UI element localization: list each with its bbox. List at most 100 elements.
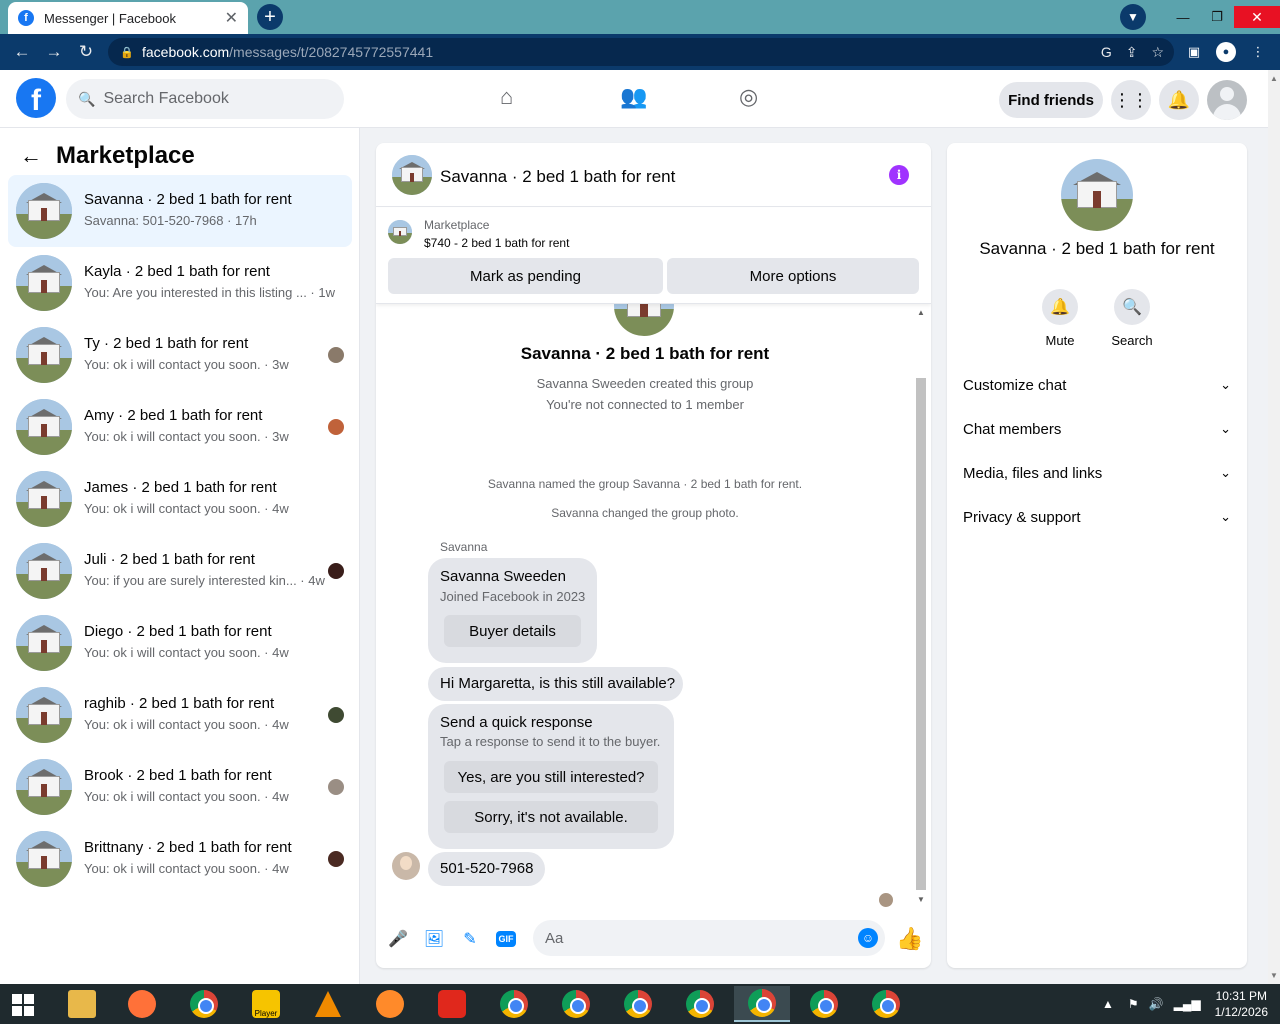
quick-response-yes-button[interactable]: Yes, are you still interested? bbox=[444, 761, 658, 793]
conversation-item[interactable]: Ty · 2 bed 1 bath for rent You: ok i wil… bbox=[8, 319, 352, 391]
more-options-button[interactable]: More options bbox=[667, 258, 919, 294]
tab-search-button[interactable]: ▼ bbox=[1120, 4, 1146, 30]
chrome-taskbar-icon[interactable] bbox=[548, 986, 604, 1022]
chrome-taskbar-icon[interactable] bbox=[858, 986, 914, 1022]
google-icon[interactable]: G bbox=[1101, 44, 1112, 61]
message-input[interactable]: Aa bbox=[533, 920, 885, 956]
conversation-item[interactable]: Savanna · 2 bed 1 bath for rent Savanna:… bbox=[8, 175, 352, 247]
back-arrow-icon[interactable]: ← bbox=[20, 143, 42, 169]
home-icon[interactable]: ⌂ bbox=[500, 84, 513, 110]
mark-as-pending-button[interactable]: Mark as pending bbox=[388, 258, 663, 294]
message-bubble: 501-520-7968 bbox=[428, 852, 545, 886]
chrome-taskbar-icon[interactable] bbox=[176, 986, 232, 1022]
chrome-taskbar-icon[interactable] bbox=[610, 986, 666, 1022]
conversation-item[interactable]: Brittnany · 2 bed 1 bath for rent You: o… bbox=[8, 823, 352, 895]
menu-grid-icon[interactable]: ⋮⋮ bbox=[1111, 80, 1151, 120]
new-tab-button[interactable]: + bbox=[257, 4, 283, 30]
wifi-signal-icon[interactable]: ▂▄▆ bbox=[1174, 997, 1201, 1011]
wps-office-icon[interactable] bbox=[424, 986, 480, 1022]
volume-icon[interactable]: 🔊 bbox=[1149, 997, 1164, 1011]
restore-button[interactable]: ❐ bbox=[1200, 6, 1234, 28]
conversation-snippet: You: ok i will contact you soon. · 4w bbox=[84, 789, 289, 804]
forward-icon[interactable]: → bbox=[38, 42, 70, 62]
conversation-sidebar: ← Marketplace Savanna · 2 bed 1 bath for… bbox=[0, 128, 360, 984]
chat-members-row[interactable]: Chat members ⌄ bbox=[963, 414, 1231, 444]
chevron-down-icon: ⌄ bbox=[1220, 509, 1231, 524]
chat-avatar[interactable] bbox=[392, 155, 432, 195]
conversation-item[interactable]: raghib · 2 bed 1 bath for rent You: ok i… bbox=[8, 679, 352, 751]
quick-response-no-button[interactable]: Sorry, it's not available. bbox=[444, 801, 658, 833]
tray-overflow-icon[interactable]: ▲ bbox=[1102, 997, 1114, 1011]
buyer-details-button[interactable]: Buyer details bbox=[444, 615, 581, 647]
clock[interactable]: 10:31 PM 1/12/2026 bbox=[1215, 988, 1268, 1020]
account-avatar[interactable] bbox=[1207, 80, 1247, 120]
side-panel-icon[interactable]: ▣ bbox=[1184, 42, 1204, 62]
mute-button[interactable]: 🔔 Mute bbox=[1030, 289, 1090, 348]
sender-avatar[interactable] bbox=[392, 852, 420, 880]
browser-tab[interactable]: f Messenger | Facebook ✕ bbox=[8, 2, 248, 34]
friends-icon[interactable]: 👥 bbox=[620, 84, 647, 110]
conversation-item[interactable]: Amy · 2 bed 1 bath for rent You: ok i wi… bbox=[8, 391, 352, 463]
vlc-icon[interactable] bbox=[300, 986, 356, 1022]
seen-avatar bbox=[328, 851, 344, 867]
close-window-button[interactable]: ✕ bbox=[1234, 6, 1280, 28]
media-files-links-row[interactable]: Media, files and links ⌄ bbox=[963, 458, 1231, 488]
privacy-support-row[interactable]: Privacy & support ⌄ bbox=[963, 502, 1231, 532]
minimize-button[interactable]: — bbox=[1166, 6, 1200, 28]
find-friends-button[interactable]: Find friends bbox=[999, 82, 1103, 118]
microphone-icon[interactable]: 🎤 bbox=[387, 928, 409, 950]
chrome-taskbar-icon-active[interactable] bbox=[734, 986, 790, 1022]
facebook-logo-icon[interactable]: f bbox=[16, 78, 56, 118]
media-player-icon[interactable]: Player bbox=[238, 986, 294, 1022]
firefox-icon[interactable] bbox=[114, 986, 170, 1022]
thumbs-up-icon[interactable]: 👍 bbox=[896, 926, 923, 952]
file-explorer-icon[interactable] bbox=[54, 986, 110, 1022]
conversation-item[interactable]: Kayla · 2 bed 1 bath for rent You: Are y… bbox=[8, 247, 352, 319]
conversation-item[interactable]: James · 2 bed 1 bath for rent You: ok i … bbox=[8, 463, 352, 535]
quick-response-bubble: Send a quick response Tap a response to … bbox=[428, 704, 674, 849]
conversation-snippet: You: ok i will contact you soon. · 4w bbox=[84, 861, 289, 876]
conversation-item[interactable]: Brook · 2 bed 1 bath for rent You: ok i … bbox=[8, 751, 352, 823]
conversation-item[interactable]: Juli · 2 bed 1 bath for rent You: if you… bbox=[8, 535, 352, 607]
chat-scrollbar[interactable]: ▲ ▼ bbox=[914, 308, 928, 904]
bookmark-star-icon[interactable]: ☆ bbox=[1151, 44, 1164, 61]
notifications-bell-icon[interactable]: 🔔 bbox=[1159, 80, 1199, 120]
share-icon[interactable]: ⇪ bbox=[1126, 44, 1138, 61]
network-flag-icon[interactable]: ⚑ bbox=[1128, 997, 1139, 1011]
uc-browser-icon[interactable] bbox=[362, 986, 418, 1022]
conversation-item[interactable]: Diego · 2 bed 1 bath for rent You: ok i … bbox=[8, 607, 352, 679]
chrome-taskbar-icon[interactable] bbox=[486, 986, 542, 1022]
customize-chat-row[interactable]: Customize chat ⌄ bbox=[963, 370, 1231, 400]
chrome-taskbar-icon[interactable] bbox=[672, 986, 728, 1022]
listing-price[interactable]: $740 - 2 bed 1 bath for rent bbox=[424, 236, 569, 250]
info-icon[interactable]: i bbox=[889, 165, 909, 185]
menu-kebab-icon[interactable]: ⋮ bbox=[1248, 42, 1268, 62]
image-icon[interactable]: 🖼 bbox=[423, 928, 445, 950]
facebook-favicon-icon: f bbox=[18, 10, 34, 26]
seen-avatar bbox=[328, 707, 344, 723]
facebook-search-input[interactable]: 🔍 Search Facebook bbox=[66, 79, 344, 119]
listing-thumbnail bbox=[16, 759, 72, 815]
profile-icon[interactable]: ● bbox=[1216, 42, 1236, 62]
browser-toolbar: ← → ↻ 🔒 facebook.com/messages/t/20827457… bbox=[0, 34, 1280, 70]
search-conversation-button[interactable]: 🔍 Search bbox=[1102, 289, 1162, 348]
emoji-icon[interactable]: ☺ bbox=[858, 928, 878, 948]
back-icon[interactable]: ← bbox=[6, 42, 38, 62]
chevron-down-icon: ⌄ bbox=[1220, 377, 1231, 392]
message-text: 501-520-7968 bbox=[440, 860, 534, 877]
listing-thumbnail bbox=[388, 220, 412, 244]
sticker-icon[interactable]: ✎ bbox=[459, 928, 481, 950]
page-scrollbar[interactable]: ▲ ▼ bbox=[1268, 70, 1280, 984]
reload-icon[interactable]: ↻ bbox=[70, 42, 102, 62]
chat-title[interactable]: Savanna · 2 bed 1 bath for rent bbox=[440, 167, 675, 187]
close-tab-icon[interactable]: ✕ bbox=[225, 8, 238, 28]
groups-icon[interactable]: ◎ bbox=[739, 84, 758, 110]
windows-start-icon[interactable] bbox=[12, 994, 34, 1016]
gif-icon[interactable]: GIF bbox=[496, 931, 516, 947]
quick-response-title: Send a quick response bbox=[440, 714, 593, 731]
chrome-taskbar-icon[interactable] bbox=[796, 986, 852, 1022]
address-bar[interactable]: 🔒 facebook.com/messages/t/20827457725574… bbox=[108, 38, 1174, 66]
read-receipt-avatar bbox=[879, 893, 893, 907]
group-avatar bbox=[614, 304, 674, 336]
buyer-card-bubble: Savanna Sweeden Joined Facebook in 2023 … bbox=[428, 558, 597, 663]
